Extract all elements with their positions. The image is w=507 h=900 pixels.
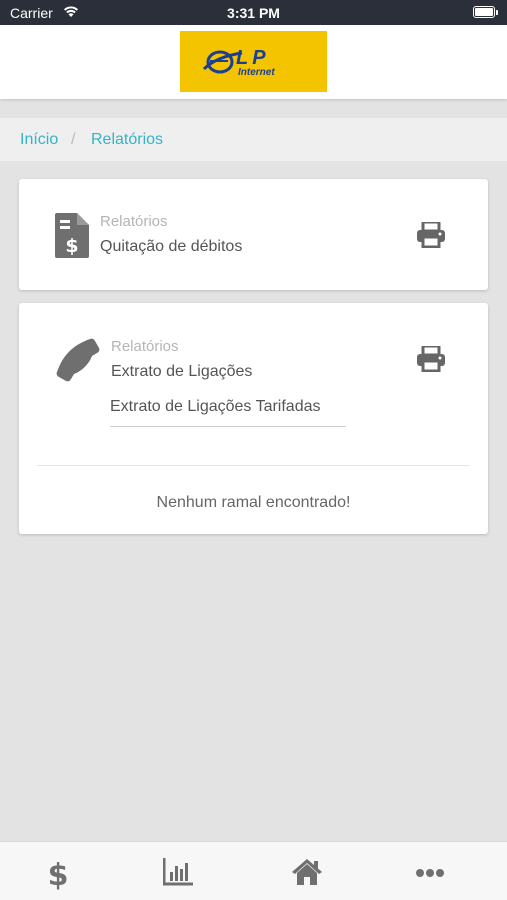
breadcrumb-home-link[interactable]: Início [20,131,58,149]
tab-home[interactable] [276,842,336,900]
bottom-tab-bar: $ [0,841,507,900]
divider [37,465,470,466]
tab-more[interactable] [400,842,460,900]
empty-extensions-message: Nenhum ramal encontrado! [156,494,351,511]
print-icon[interactable] [417,220,445,253]
print-icon[interactable] [417,344,445,377]
phone-icon [55,337,101,388]
status-bar: Carrier 3:31 PM [0,0,507,25]
report-type-select[interactable]: Extrato de Ligações Tarifadas [110,395,346,427]
breadcrumb: Início / Relatórios [0,118,507,161]
card-category: Relatórios [100,213,168,230]
card-category: Relatórios [111,338,179,355]
breadcrumb-separator: / [71,131,76,148]
breadcrumb-current[interactable]: Relatórios [91,131,163,149]
svg-text:$: $ [48,858,69,890]
svg-text:LP: LP [236,47,270,69]
card-title: Extrato de Ligações [111,363,253,380]
svg-text:Internet: Internet [238,67,275,78]
invoice-dollar-icon: $ [55,213,89,263]
tab-reports[interactable] [148,842,208,900]
svg-text:$: $ [65,235,78,257]
app-header: LP Internet [0,25,507,99]
company-logo: LP Internet [180,31,327,92]
battery-icon [473,6,498,18]
tab-finance[interactable]: $ [28,842,88,900]
clock: 3:31 PM [227,5,280,21]
card-title: Quitação de débitos [100,238,243,255]
report-card-calls: Relatórios Extrato de Ligações Extrato d… [19,303,488,534]
report-card-debts[interactable]: $ Relatórios Quitação de débitos [19,179,488,290]
report-type-value: Extrato de Ligações Tarifadas [110,398,321,415]
